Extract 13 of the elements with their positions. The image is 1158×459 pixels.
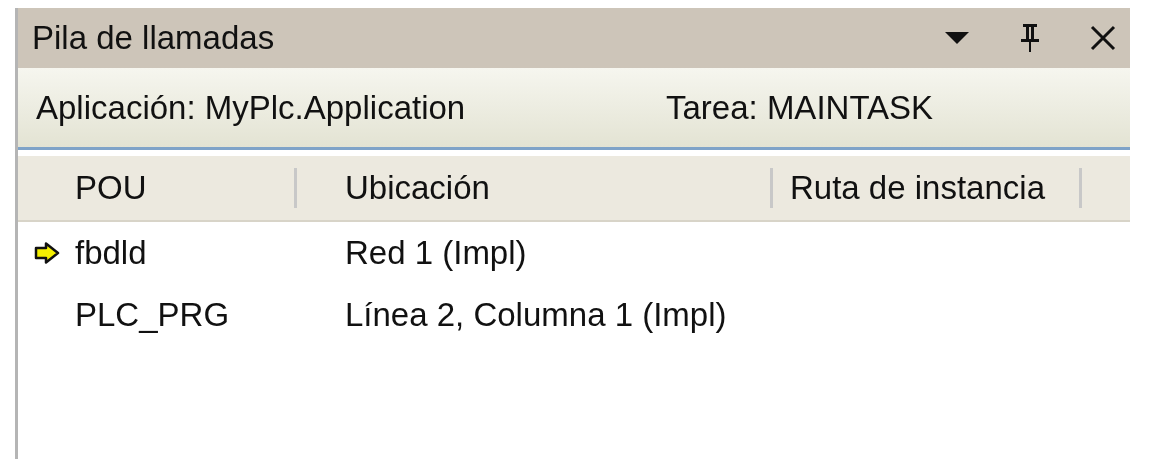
table-cell: Línea 2, Columna 1 (Impl)	[345, 296, 727, 333]
pin-icon[interactable]	[1018, 23, 1042, 53]
column-header[interactable]: Ruta de instancia	[790, 169, 1045, 207]
table-cell: fbdld	[75, 234, 147, 271]
column-header[interactable]: POU	[75, 169, 147, 207]
application-label: Aplicación: MyPlc.Application	[36, 88, 467, 127]
close-icon[interactable]	[1090, 25, 1116, 51]
task-label: Tarea: MAINTASK	[666, 88, 934, 127]
table-cell: PLC_PRG	[75, 296, 230, 333]
column-header[interactable]: Ubicación	[345, 169, 490, 207]
dropdown-icon[interactable]	[944, 31, 970, 45]
table-cell: Red 1 (Impl)	[345, 234, 527, 271]
window-title: Pila de llamadas	[32, 19, 276, 57]
